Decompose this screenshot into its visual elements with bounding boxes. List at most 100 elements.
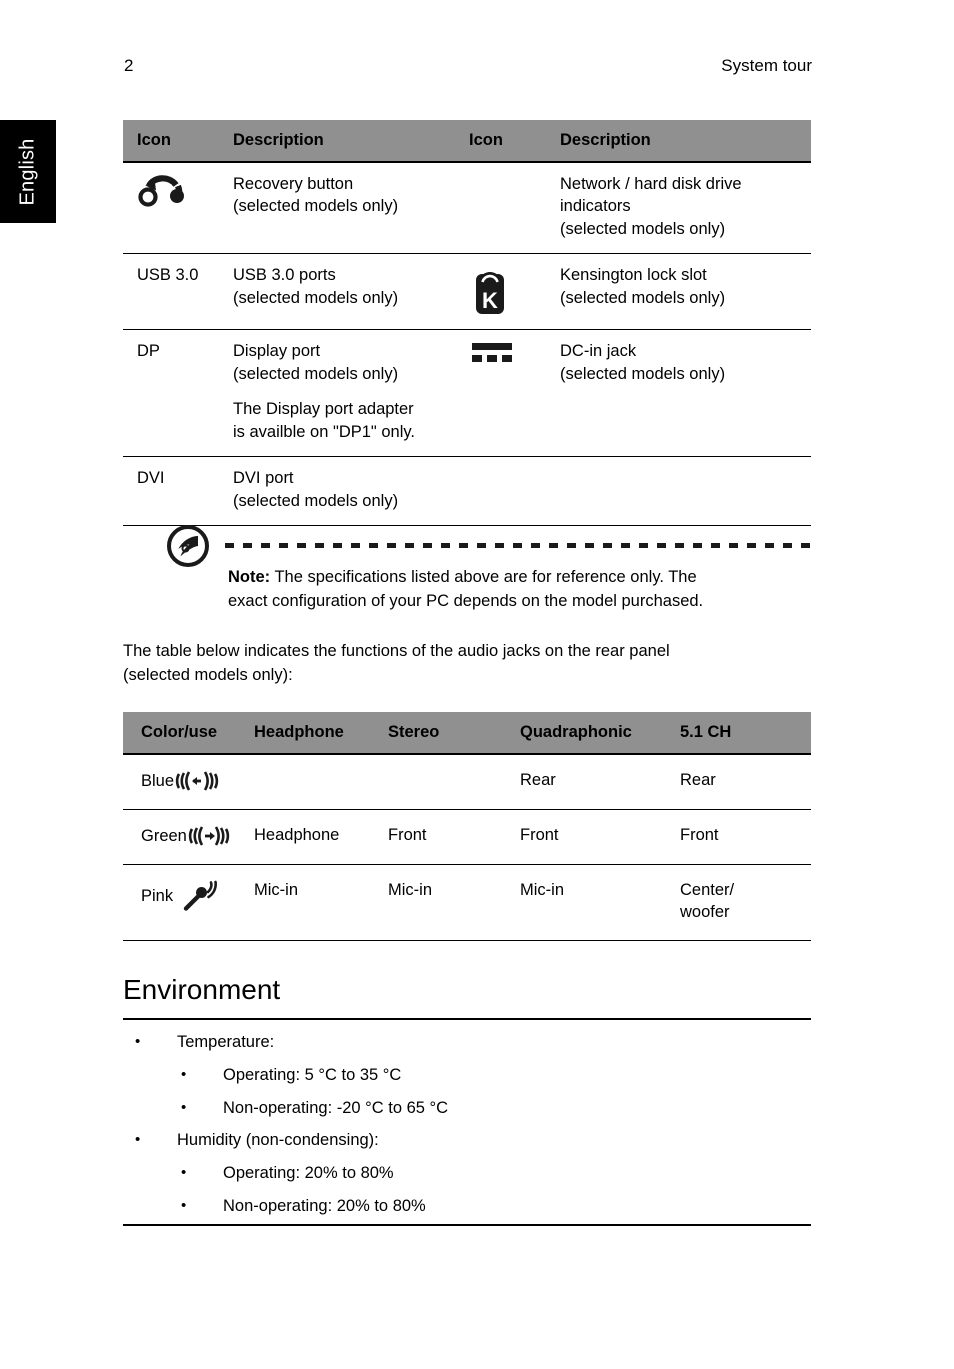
audio-cell-headphone: Headphone: [254, 809, 388, 865]
bullet-label: Non-operating: 20% to 80%: [223, 1196, 426, 1215]
section-divider: [123, 1017, 811, 1020]
ports-desc-line: (selected models only): [233, 197, 399, 216]
table-row: USB 3.0 USB 3.0 ports (selected models o…: [123, 253, 811, 331]
table-row: Pink Mic-in Mic-in Mic-in Center/ woofer: [123, 864, 811, 941]
svg-text:K: K: [482, 288, 498, 313]
ports-cell-description-1: DVI port (selected models only): [233, 456, 469, 526]
ports-desc-line: (selected models only): [233, 288, 399, 307]
list-item: • Non-operating: 20% to 80%: [123, 1194, 811, 1219]
bullet-marker: •: [135, 1033, 141, 1050]
audio-color-label: Pink: [141, 886, 174, 905]
ports-desc-line: DC-in jack: [560, 342, 637, 361]
intro-paragraph: The table below indicates the functions …: [123, 640, 783, 688]
ports-table-header-row: Icon Description Icon Description: [123, 120, 811, 163]
table-row: Recovery button (selected models only) N…: [123, 162, 811, 255]
audio-table-container: Color/use Headphone Stereo Quadraphonic …: [123, 712, 811, 941]
ports-cell-icon-2: [469, 456, 560, 526]
audio-header-stereo: Stereo: [388, 712, 520, 755]
ports-header-description-1: Description: [233, 120, 469, 163]
bullet-marker: •: [181, 1164, 187, 1181]
ports-cell-description-1: Recovery button (selected models only): [233, 162, 469, 255]
language-tab: English: [0, 120, 56, 223]
intro-line-2: (selected models only):: [123, 665, 293, 684]
recovery-button-icon: [137, 173, 225, 207]
bullet-marker: •: [135, 1131, 141, 1149]
list-item: • Humidity (non-condensing):: [123, 1128, 811, 1153]
audio-header-51ch: 5.1 CH: [680, 712, 811, 755]
line-out-icon: [188, 824, 236, 848]
audio-cell-stereo: Front: [388, 809, 520, 865]
ports-desc-line: DVI port: [233, 469, 294, 488]
ports-desc-line: Network / hard disk drive: [560, 175, 742, 193]
audio-table-header-row: Color/use Headphone Stereo Quadraphonic …: [123, 712, 811, 755]
ports-desc-line: (selected models only): [233, 364, 399, 383]
audio-header-headphone: Headphone: [254, 712, 388, 755]
list-item: • Temperature:: [123, 1030, 811, 1055]
kensington-lock-icon: K: [469, 264, 552, 316]
list-item: • Operating: 5 °C to 35 °C: [123, 1063, 811, 1088]
ports-table-container: Icon Description Icon Description Recove…: [123, 120, 811, 526]
audio-color-label: Green: [141, 826, 187, 845]
audio-cell-color: Blue: [123, 754, 254, 810]
bullet-marker: •: [181, 1065, 187, 1083]
ports-desc-line: (selected models only): [560, 288, 726, 307]
list-item: • Operating: 20% to 80%: [123, 1161, 811, 1186]
audio-cell-color: Green: [123, 809, 254, 865]
ports-header-icon-2: Icon: [469, 120, 560, 163]
audio-header-color-use: Color/use: [123, 712, 254, 755]
audio-cell-51ch: Front: [680, 809, 811, 865]
audio-51ch-line: Rear: [680, 771, 716, 789]
bullet-marker: •: [181, 1098, 187, 1116]
page-header: 2 System tour: [0, 54, 954, 84]
ports-desc-line: (selected models only): [560, 364, 726, 383]
note-line-1: The specifications listed above are for …: [270, 568, 697, 586]
audio-color-label: Blue: [141, 771, 175, 790]
ports-cell-description-2: Network / hard disk drive indicators (se…: [560, 162, 811, 255]
microphone-icon: [181, 879, 221, 913]
table-row: DVI DVI port (selected models only): [123, 456, 811, 526]
ports-cell-description-2: DC-in jack (selected models only): [560, 329, 811, 458]
language-tab-label: English: [16, 138, 39, 205]
intro-line-1: The table below indicates the functions …: [123, 642, 670, 660]
audio-cell-51ch: Rear: [680, 754, 811, 810]
bullet-label: Temperature:: [177, 1033, 275, 1051]
audio-cell-stereo: Mic-in: [388, 864, 520, 941]
audio-51ch-line: Front: [680, 826, 719, 844]
environment-section-header: Environment: [123, 974, 811, 1020]
ports-desc-line: Kensington lock slot: [560, 266, 707, 285]
page-section-title: System tour: [721, 56, 812, 75]
audio-cell-quadraphonic: Mic-in: [520, 864, 680, 941]
audio-jacks-table: Color/use Headphone Stereo Quadraphonic …: [123, 712, 811, 941]
audio-cell-headphone: [254, 754, 388, 810]
bullet-marker: •: [181, 1196, 187, 1214]
note-text: Note: The specifications listed above ar…: [228, 566, 811, 614]
ports-cell-icon-2: K: [469, 253, 560, 331]
note-line-2: exact configuration of your PC depends o…: [228, 591, 704, 610]
acer-note-icon: [165, 523, 211, 569]
table-row: Green Headphone Front Front Front: [123, 809, 811, 865]
ports-cell-description-2: Kensington lock slot (selected models on…: [560, 253, 811, 331]
bullet-label: Non-operating: -20 °C to 65 °C: [223, 1098, 449, 1117]
audio-header-quadraphonic: Quadraphonic: [520, 712, 680, 755]
ports-desc-line: The Display port adapter: [233, 400, 414, 419]
bullet-label: Operating: 5 °C to 35 °C: [223, 1065, 402, 1084]
ports-header-description-2: Description: [560, 120, 811, 163]
audio-51ch-line: Center/: [680, 881, 735, 899]
table-row: Blue Rear Rear: [123, 754, 811, 810]
ports-desc-line: (selected models only): [233, 491, 399, 510]
ports-desc-line: is availble on "DP1" only.: [233, 422, 415, 441]
note-label: Note:: [228, 568, 271, 586]
ports-table: Icon Description Icon Description Recove…: [123, 120, 811, 526]
dc-in-jack-icon: [469, 340, 552, 366]
ports-desc-line: USB 3.0 ports: [233, 266, 336, 285]
audio-cell-quadraphonic: Front: [520, 809, 680, 865]
page-number: 2: [124, 56, 134, 75]
table-row: DP Display port (selected models only) T…: [123, 329, 811, 458]
audio-cell-51ch: Center/ woofer: [680, 864, 811, 941]
audio-51ch-line: woofer: [680, 903, 730, 922]
line-in-icon: [175, 769, 219, 793]
bullet-label: Operating: 20% to 80%: [223, 1164, 394, 1182]
ports-desc-line: Display port: [233, 342, 321, 361]
ports-cell-icon-1: DP: [123, 329, 233, 458]
audio-cell-quadraphonic: Rear: [520, 754, 680, 810]
